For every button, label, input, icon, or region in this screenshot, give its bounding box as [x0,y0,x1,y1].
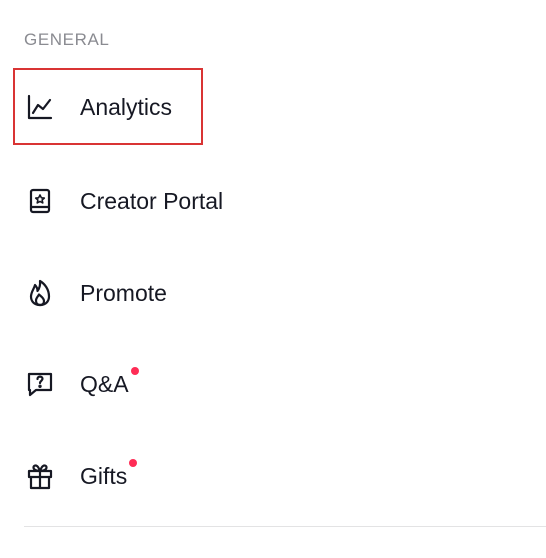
divider [24,526,546,527]
qa-label-text: Q&A [80,370,129,397]
analytics-icon [24,91,56,123]
menu-item-label: Q&A [80,366,139,398]
creator-portal-icon [24,185,56,217]
gifts-label-text: Gifts [80,462,128,489]
menu-item-analytics[interactable]: Analytics [24,84,172,130]
flame-icon [24,277,56,309]
gift-icon [24,460,56,492]
menu-item-promote[interactable]: Promote [24,270,167,316]
menu-item-creator-portal[interactable]: Creator Portal [24,178,223,224]
notification-dot [130,366,139,375]
notification-dot [129,458,138,467]
menu-item-label: Analytics [80,93,173,120]
menu-item-gifts[interactable]: Gifts [24,453,138,499]
menu-item-label: Gifts [80,458,138,490]
menu-item-qa[interactable]: Q&A [24,361,139,407]
menu-item-label: Promote [80,279,167,306]
section-header-general: GENERAL [24,30,110,49]
menu-item-label: Creator Portal [80,187,224,214]
question-chat-icon [24,368,56,400]
